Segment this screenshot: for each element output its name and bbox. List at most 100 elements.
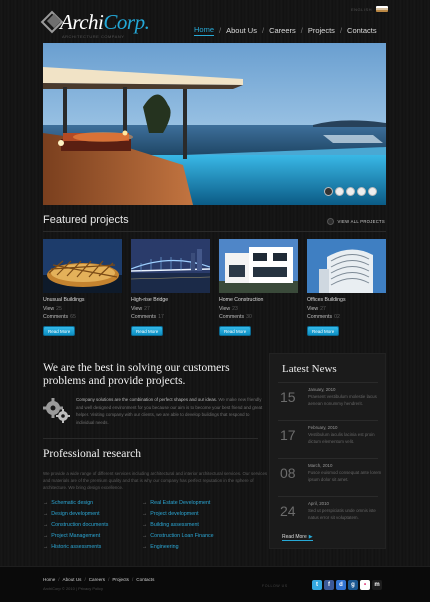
project-thumbnail[interactable] — [307, 239, 386, 293]
footer-nav: Home / About Us / Careers / Projects / C… — [43, 577, 155, 582]
read-more-button[interactable]: Read More — [219, 326, 252, 336]
news-text: Vestibulum iaculis lacinia est proin dic… — [308, 432, 375, 444]
slider-dot[interactable] — [335, 187, 344, 196]
views-count: 27 — [144, 305, 150, 312]
news-item[interactable]: 08 March, 2010 Fusce euismod consequat a… — [278, 462, 382, 493]
myspace-icon[interactable]: m — [372, 580, 382, 590]
news-day: 17 — [280, 427, 296, 443]
news-date: March, 2010 — [308, 463, 333, 468]
house-image — [219, 239, 298, 293]
project-thumbnail[interactable] — [43, 239, 122, 293]
research-heading: Professional research — [43, 448, 142, 460]
digg-icon[interactable]: g — [348, 580, 358, 590]
arrow-right-icon: ▶ — [308, 534, 313, 540]
service-link[interactable]: → Historic assessments — [43, 544, 108, 555]
service-link[interactable]: → Real Estate Development — [142, 500, 214, 511]
social-links: t f d g • m — [312, 580, 382, 590]
language-label: ENGLISH — [350, 6, 372, 12]
news-item[interactable]: 15 January, 2010 Praesent vestibulum mol… — [278, 386, 382, 417]
slider-dot[interactable] — [346, 187, 355, 196]
gears-icon — [43, 396, 71, 424]
view-all-label: VIEW ALL PROJECTS — [337, 219, 385, 224]
latest-news-panel: Latest News 15 January, 2010 Praesent ve… — [269, 353, 386, 549]
service-link[interactable]: → Engineering — [142, 544, 214, 555]
views-label: View — [131, 305, 143, 312]
comments-count: 17 — [158, 314, 164, 320]
footer-nav-careers[interactable]: Careers — [89, 577, 105, 582]
views-label: View — [43, 305, 55, 312]
news-item[interactable]: 17 February, 2010 Vestibulum iaculis lac… — [278, 424, 382, 455]
views-count: 23 — [232, 305, 238, 312]
service-link[interactable]: → Design development — [43, 511, 108, 522]
view-all-projects-link[interactable]: VIEW ALL PROJECTS — [327, 218, 385, 225]
slider-dot[interactable] — [357, 187, 366, 196]
nav-separator: / — [339, 26, 343, 35]
read-more-button[interactable]: Read More — [131, 326, 164, 336]
nav-separator: / — [300, 26, 303, 35]
facebook-icon[interactable]: f — [324, 580, 334, 590]
nav-projects[interactable]: Projects — [308, 26, 335, 35]
nav-careers[interactable]: Careers — [269, 26, 296, 35]
divider — [43, 231, 386, 232]
footer-nav-home[interactable]: Home — [43, 577, 55, 582]
slider-dot[interactable] — [324, 187, 333, 196]
news-text: Fusce euismod consequat ante lorem ipsum… — [308, 470, 382, 482]
project-card: Unusual Buildings View 25 Comments 65 Read… — [43, 239, 122, 338]
news-text: Sed ut perspiciatis unde omnis iste natu… — [308, 508, 376, 520]
service-link[interactable]: → Building assessment — [142, 522, 214, 533]
grid-icon — [327, 218, 335, 225]
footer-nav-contacts[interactable]: Contacts — [136, 577, 154, 582]
divider — [278, 382, 378, 383]
nav-separator: / — [261, 26, 265, 35]
twitter-icon[interactable]: t — [312, 580, 322, 590]
project-comments: Comments 17 — [131, 314, 210, 320]
project-card: Home Construction View 23 Comments 30 Read… — [219, 239, 298, 338]
logo[interactable]: ArchiCorp. ARCHITECTURE COMPANY — [40, 10, 150, 40]
flag-icon — [376, 6, 388, 12]
nav-home[interactable]: Home — [194, 25, 215, 36]
footer-nav-about-us[interactable]: About Us — [63, 577, 82, 582]
slider-dot[interactable] — [368, 187, 377, 196]
views-label: View — [307, 305, 319, 312]
news-title: Latest News — [282, 363, 337, 375]
news-read-more-link[interactable]: Read More ▶ — [282, 534, 313, 541]
news-item[interactable]: 24 April, 2010 Sed ut perspiciatis unde … — [278, 500, 382, 531]
comments-count: 02 — [334, 314, 340, 320]
comments-label: Comments — [43, 314, 69, 320]
read-more-button[interactable]: Read More — [307, 326, 340, 336]
service-link[interactable]: → Project Management — [43, 533, 108, 544]
service-link[interactable]: → Schematic design — [43, 500, 108, 511]
nav-contacts[interactable]: Contacts — [347, 26, 377, 35]
news-date: January, 2010 — [308, 387, 336, 392]
project-comments: Comments 02 — [307, 314, 386, 320]
project-name: Unusual Buildings — [43, 297, 85, 303]
comments-count: 30 — [246, 314, 252, 320]
delicious-icon[interactable]: d — [336, 580, 346, 590]
news-text: Praesent vestibulum molestie lacus aenea… — [308, 394, 377, 406]
hero-slider[interactable] — [43, 43, 386, 205]
project-comments: Comments 65 — [43, 314, 122, 320]
services-list-left: → Schematic design → Design development → C… — [43, 500, 108, 555]
service-link[interactable]: → Construction Loan Finance — [142, 533, 214, 544]
divider — [278, 496, 378, 497]
featured-title: Featured projects — [43, 214, 129, 226]
project-views: View 27 — [307, 306, 386, 312]
service-link[interactable]: → Project development — [142, 511, 214, 522]
copyright: ArchiCorp © 2010 | Privacy Policy — [43, 586, 104, 591]
news-date: April, 2010 — [308, 501, 329, 506]
flickr-icon[interactable]: • — [360, 580, 370, 590]
project-name: High-rise Bridge — [131, 297, 169, 303]
divider — [278, 420, 378, 421]
project-thumbnail[interactable] — [219, 239, 298, 293]
footer-nav-projects[interactable]: Projects — [112, 577, 129, 582]
read-more-button[interactable]: Read More — [43, 326, 76, 336]
language-selector[interactable]: ENGLISH — [351, 6, 388, 12]
divider — [43, 438, 258, 439]
project-thumbnail[interactable] — [131, 239, 210, 293]
about-heading: We are the best in solving our customers… — [43, 362, 230, 387]
nav-about-us[interactable]: About Us — [226, 26, 257, 35]
services-list-right: → Real Estate Development → Project develo… — [142, 500, 214, 555]
news-date: February, 2010 — [308, 425, 338, 430]
service-link[interactable]: → Construction documents — [43, 522, 108, 533]
logo-tagline: ARCHITECTURE COMPANY — [62, 34, 125, 39]
